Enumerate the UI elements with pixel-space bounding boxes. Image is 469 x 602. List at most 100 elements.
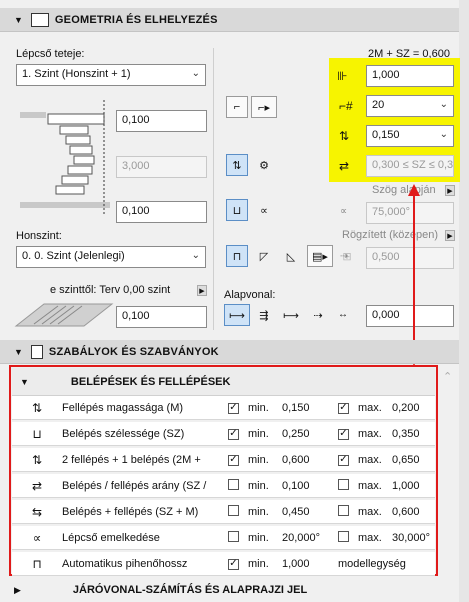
walkline-section-header[interactable]: ▶ JÁRÓVONAL-SZÁMÍTÁS ÉS ALAPRAJZI JEL <box>0 578 459 602</box>
min-value[interactable]: 20,000° <box>282 532 338 544</box>
height-lock-icon[interactable]: ⚙ <box>253 154 275 176</box>
min-checkbox[interactable] <box>228 504 248 519</box>
landing-menu-icon[interactable]: ▤▸ <box>307 245 333 267</box>
tread-mode-icon[interactable]: ⊔ <box>226 199 248 221</box>
angle-mode-arrow-icon[interactable]: ▶ <box>445 185 455 196</box>
angle-mode-icon[interactable]: ∝ <box>253 199 275 221</box>
min-label: min. <box>248 401 269 414</box>
baseline-offset-icon: ↔ <box>338 309 348 320</box>
top-level-select[interactable]: 1. Szint (Honszint + 1) ⌄ <box>16 64 206 86</box>
home-level-select[interactable]: 0. 0. Szint (Jelenlegi) ⌄ <box>16 246 206 268</box>
max-value[interactable]: 0,600 <box>392 506 420 518</box>
min-value[interactable]: 1,000 <box>282 558 338 570</box>
subsection-header[interactable]: ▼ BELÉPÉSEK ÉS FELLÉPÉSEK <box>12 368 435 396</box>
top-label: Lépcső teteje: <box>16 48 85 60</box>
plan-offset-field[interactable]: 0,100 <box>116 306 207 328</box>
expand-triangle-icon[interactable]: ▶ <box>14 585 21 596</box>
min-value[interactable]: 0,250 <box>282 428 338 440</box>
tread-icon: ⊔ <box>32 426 42 441</box>
max-checkbox[interactable]: ✓ <box>338 401 358 414</box>
max-checkbox[interactable] <box>338 530 358 545</box>
min-checkbox[interactable]: ✓ <box>228 557 248 570</box>
height-mode-icon[interactable]: ⇅ <box>226 154 248 176</box>
max-value[interactable]: 0,200 <box>392 402 420 414</box>
rule-label: Automatikus pihenőhossz <box>62 557 188 570</box>
rule-label: Fellépés magassága (M) <box>62 401 184 414</box>
rule-row: ⊔ Belépés szélessége (SZ) ✓ min. 0,250 ✓ max. 0… <box>12 422 435 446</box>
rule-row: ⇅ 2 fellépés + 1 belépés (2M + ✓ min. 0,600 ✓… <box>12 448 435 472</box>
min-value[interactable]: 0,150 <box>282 402 338 414</box>
max-checkbox[interactable] <box>338 504 358 519</box>
fixed-mode-arrow-icon[interactable]: ▶ <box>445 230 455 241</box>
bottom-offset-field[interactable]: 0,100 <box>116 201 207 223</box>
formula-icon: ⇅ <box>31 452 43 467</box>
geometry-section-header[interactable]: ▼ GEOMETRIA ÉS ELHELYEZÉS <box>0 8 459 32</box>
height-field[interactable]: 3,000 <box>116 156 207 178</box>
max-value[interactable]: 0,650 <box>392 454 420 466</box>
home-level-value: 0. 0. Szint (Jelenlegi) <box>22 250 125 262</box>
rule-label: Belépés + fellépés (SZ + M) <box>62 505 199 518</box>
landing-mode-3-icon[interactable]: ◺ <box>280 245 302 267</box>
stair-width-icon: ⊪ <box>337 69 348 83</box>
stair-section-diagram <box>20 100 110 216</box>
plan-arrow-icon[interactable]: ▶ <box>197 285 207 296</box>
rule-label: Belépés szélessége (SZ) <box>62 427 185 440</box>
collapse-triangle-icon[interactable]: ▼ <box>20 377 29 387</box>
chevron-down-icon: ⌄ <box>191 250 200 261</box>
scroll-up-icon[interactable]: ⌃ <box>443 370 452 383</box>
min-checkbox[interactable] <box>228 478 248 493</box>
plan-label: e szinttől: Terv 0,00 szint <box>50 284 171 296</box>
sum-icon: ⇆ <box>31 504 43 519</box>
min-value[interactable]: 0,450 <box>282 506 338 518</box>
ratio-icon: ⇄ <box>31 478 43 493</box>
max-checkbox[interactable]: ✓ <box>338 453 358 466</box>
rule-row: ⇄ Belépés / fellépés arány (SZ / min. 0,100… <box>12 474 435 498</box>
stair-type-menu-icon[interactable]: ⌐▸ <box>251 96 277 118</box>
min-label: min. <box>248 557 269 570</box>
rules-section-header[interactable]: ▼ SZABÁLYOK ÉS SZABVÁNYOK <box>0 340 459 364</box>
stair-width-field[interactable]: 1,000 <box>366 65 454 87</box>
min-label: min. <box>248 531 269 544</box>
section-title: JÁRÓVONAL-SZÁMÍTÁS ÉS ALAPRAJZI JEL <box>72 584 308 596</box>
collapse-triangle-icon[interactable]: ▼ <box>14 15 23 25</box>
max-value[interactable]: modellegység <box>338 558 406 570</box>
riser-height-select[interactable]: 0,150 ⌄ <box>366 125 454 147</box>
baseline-center-icon[interactable]: ⇶ <box>253 304 275 326</box>
landing-icon: ⊓ <box>32 556 42 571</box>
baseline-right-icon[interactable]: ⟼ <box>280 304 302 326</box>
max-value[interactable]: 1,000 <box>392 480 420 492</box>
baseline-label: Alapvonal: <box>224 289 276 301</box>
rule-label: Belépés / fellépés arány (SZ / <box>62 479 207 492</box>
landing-mode-1-icon[interactable]: ⊓ <box>226 245 248 267</box>
baseline-left-icon[interactable]: ⟼ <box>224 304 250 326</box>
riser-height-icon: ⇅ <box>339 129 350 143</box>
rule-row: ∝ Lépcső emelkedése min. 20,000° max. 30,000° <box>12 526 435 550</box>
rule-row: ⇅ Fellépés magassága (M) ✓ min. 0,150 ✓ max. 0,… <box>12 396 435 420</box>
tread-range-field[interactable]: 0,300 ≤ SZ ≤ 0,3 <box>366 155 454 177</box>
max-label: max. <box>358 531 382 544</box>
max-value[interactable]: 30,000° <box>392 532 430 544</box>
chevron-down-icon: ⌄ <box>439 129 448 140</box>
scrollbar[interactable] <box>459 0 469 602</box>
max-value[interactable]: 0,350 <box>392 428 420 440</box>
min-label: min. <box>248 505 269 518</box>
max-checkbox[interactable] <box>338 478 358 493</box>
min-checkbox[interactable]: ✓ <box>228 401 248 414</box>
min-checkbox[interactable]: ✓ <box>228 427 248 440</box>
min-value[interactable]: 0,100 <box>282 480 338 492</box>
min-value[interactable]: 0,600 <box>282 454 338 466</box>
min-checkbox[interactable] <box>228 530 248 545</box>
stair-type-straight-icon[interactable]: ⌐ <box>226 96 248 118</box>
section-title: GEOMETRIA ÉS ELHELYEZÉS <box>54 13 218 26</box>
min-label: min. <box>248 479 269 492</box>
landing-mode-2-icon[interactable]: ◸ <box>253 245 275 267</box>
max-label: max. <box>358 427 382 440</box>
min-checkbox[interactable]: ✓ <box>228 453 248 466</box>
baseline-custom-icon[interactable]: ⇢ <box>307 304 329 326</box>
riser-count-select[interactable]: 20 ⌄ <box>366 95 454 117</box>
max-checkbox[interactable]: ✓ <box>338 427 358 440</box>
section-title: SZABÁLYOK ÉS SZABVÁNYOK <box>48 345 219 358</box>
rules-icon <box>30 344 43 359</box>
top-offset-field[interactable]: 0,100 <box>116 110 207 132</box>
collapse-triangle-icon[interactable]: ▼ <box>14 347 23 357</box>
